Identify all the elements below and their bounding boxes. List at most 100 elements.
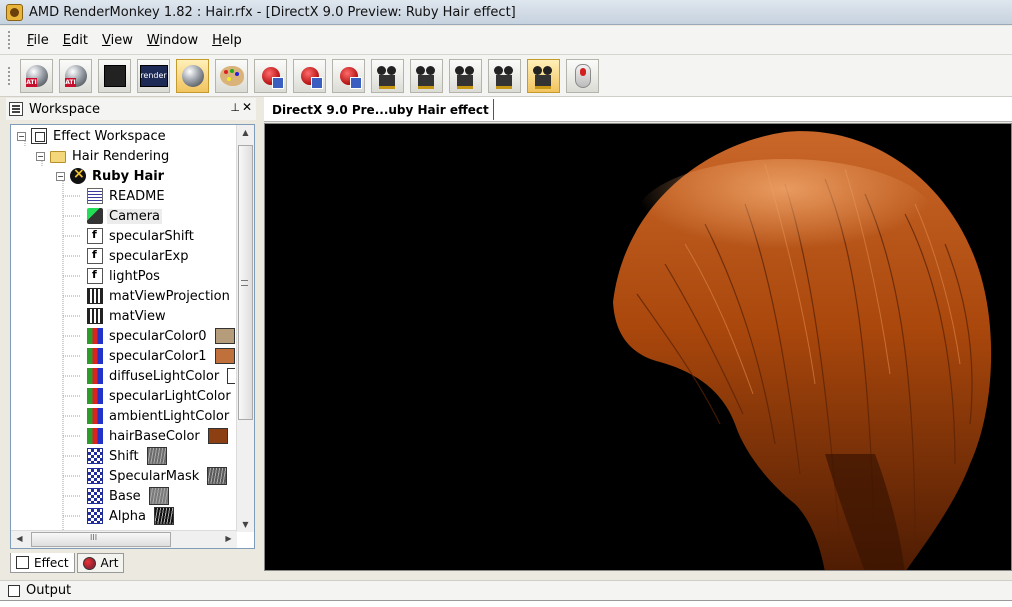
tree-horizontal-scrollbar[interactable]: ◀ III ▶: [11, 530, 237, 548]
tree-item[interactable]: hairBaseColor: [87, 426, 228, 446]
camera-reset-button[interactable]: [488, 58, 521, 93]
render-viewport[interactable]: [264, 123, 1012, 571]
tree-item[interactable]: diffuseLightColor: [87, 366, 235, 386]
tree-item-label: specularLightColor: [109, 388, 231, 404]
preview-button[interactable]: [176, 58, 209, 93]
readme-icon: [87, 188, 103, 204]
tree-collapse-icon[interactable]: −: [36, 151, 45, 161]
color-icon: [87, 408, 103, 424]
tree-item[interactable]: − Hair Rendering: [36, 146, 171, 166]
output-title: Output: [26, 583, 72, 598]
color-swatch[interactable]: [207, 428, 228, 444]
menu-window[interactable]: Window: [140, 30, 205, 51]
scroll-grip-icon: [241, 280, 248, 286]
effect-icon: [70, 166, 86, 184]
workspace-tree-panel: −Effect Workspace−Hair Rendering−Ruby Ha…: [10, 124, 255, 549]
tree-collapse-icon[interactable]: −: [56, 171, 65, 181]
menu-help[interactable]: Help: [205, 30, 249, 51]
tree-item-label: Effect Workspace: [53, 128, 166, 144]
pin-icon[interactable]: ⊥: [230, 101, 240, 114]
add-variable-button[interactable]: [254, 58, 287, 93]
scroll-down-icon[interactable]: ▼: [237, 520, 254, 529]
menu-edit[interactable]: Edit: [56, 30, 95, 51]
tree-item[interactable]: ambientLightColor: [87, 406, 235, 426]
tree-item[interactable]: README: [87, 186, 167, 206]
mouse-control-button[interactable]: [566, 58, 599, 93]
tree-item[interactable]: specularColor1: [87, 346, 235, 366]
camera-icon: [492, 64, 518, 89]
tree-item[interactable]: matViewProjection: [87, 286, 232, 306]
camera-side-button[interactable]: [410, 58, 443, 93]
tree-item[interactable]: specularExp: [87, 246, 191, 266]
shader-editor-button[interactable]: [98, 58, 131, 93]
color-icon: [87, 368, 103, 384]
workspace-title: Workspace: [29, 101, 101, 117]
render-icon: render: [139, 64, 168, 87]
scroll-right-icon[interactable]: ▶: [220, 534, 237, 543]
tree-item[interactable]: Base: [87, 486, 169, 506]
tree-item[interactable]: specularLightColor: [87, 386, 235, 406]
color-swatch[interactable]: [214, 328, 235, 344]
scroll-left-icon[interactable]: ◀: [11, 534, 28, 543]
menu-file[interactable]: File: [20, 30, 56, 51]
texture-thumbnail[interactable]: [153, 507, 174, 525]
matrix-icon: [87, 288, 103, 304]
camera-icon: [453, 64, 479, 89]
tree-item[interactable]: Shift: [87, 446, 167, 466]
render-button[interactable]: render: [137, 58, 170, 93]
tree-horizontal-scroll-thumb[interactable]: III: [31, 532, 171, 547]
tree-item[interactable]: matView: [87, 306, 168, 326]
scroll-up-icon[interactable]: ▲: [237, 128, 254, 137]
camera-top-button[interactable]: [449, 58, 482, 93]
camera-icon: [87, 208, 103, 224]
tab-effect[interactable]: Effect: [10, 553, 75, 573]
new-workspace-button[interactable]: ATI: [20, 58, 53, 93]
tree-vertical-scrollbar[interactable]: ▲ ▼: [236, 125, 254, 532]
output-panel-header[interactable]: Output: [0, 580, 1012, 600]
texture-thumbnail[interactable]: [148, 487, 169, 505]
tree-item[interactable]: Camera: [87, 206, 163, 226]
tree-item[interactable]: SpecularMask: [87, 466, 228, 486]
close-icon[interactable]: ✕: [242, 100, 252, 114]
tree-item-label: specularColor0: [109, 328, 207, 344]
tab-directx-preview[interactable]: DirectX 9.0 Pre...uby Hair effect: [268, 99, 494, 120]
scalar-icon: [87, 268, 103, 284]
rendermonkey-app-icon[interactable]: [6, 3, 23, 21]
color-swatch[interactable]: [227, 368, 235, 384]
texture-thumbnail[interactable]: [146, 447, 167, 465]
texture-icon: [87, 508, 103, 524]
art-palette-button[interactable]: [215, 58, 248, 93]
tree-item-label: Hair Rendering: [72, 148, 170, 164]
window-title: AMD RenderMonkey 1.82 : Hair.rfx - [Dire…: [29, 4, 516, 20]
main-toolbar: ATI ATI render: [0, 55, 1012, 97]
matrix-icon: [87, 308, 103, 324]
toolbar-grip-handle[interactable]: [8, 66, 12, 85]
camera-icon: [531, 64, 557, 89]
tree-item-label: specularShift: [109, 228, 194, 244]
tree-item[interactable]: specularColor0: [87, 326, 235, 346]
tree-item[interactable]: − Ruby Hair: [56, 166, 166, 186]
output-panel-content: [0, 600, 1012, 607]
tree-item-label: SpecularMask: [109, 468, 200, 484]
tree-item-label: Camera: [107, 208, 163, 224]
texture-thumbnail[interactable]: [207, 467, 228, 485]
tree-item[interactable]: − Effect Workspace: [17, 126, 168, 146]
editor-icon: [103, 64, 126, 87]
tree-item[interactable]: Alpha: [87, 506, 174, 526]
tree-item[interactable]: lightPos: [87, 266, 162, 286]
add-stream-button[interactable]: [293, 58, 326, 93]
add-pass-button[interactable]: [332, 58, 365, 93]
tab-art[interactable]: Art: [76, 553, 125, 573]
color-swatch[interactable]: [214, 348, 235, 364]
palette-icon: [219, 65, 244, 86]
camera-active-button[interactable]: [527, 58, 560, 93]
color-icon: [87, 388, 103, 404]
menu-view[interactable]: View: [95, 30, 140, 51]
tree-collapse-icon[interactable]: −: [17, 131, 26, 141]
ati-badge-icon: ATI: [65, 77, 76, 87]
texture-icon: [87, 448, 103, 464]
open-workspace-button[interactable]: ATI: [59, 58, 92, 93]
tree-item[interactable]: specularShift: [87, 226, 196, 246]
camera-front-button[interactable]: [371, 58, 404, 93]
menu-grip-handle[interactable]: [8, 31, 12, 49]
